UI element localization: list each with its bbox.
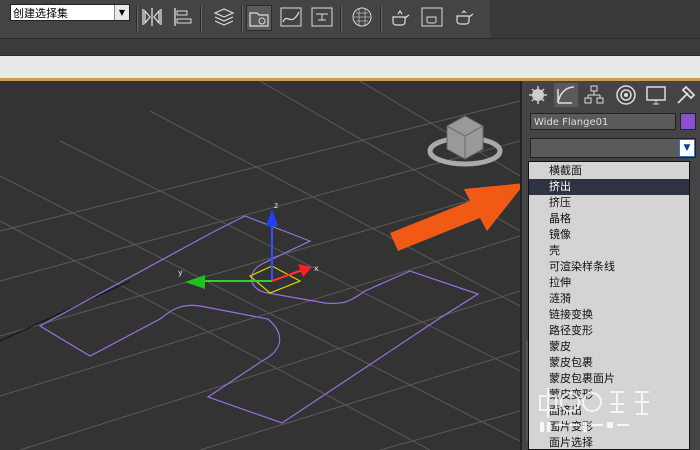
command-bar xyxy=(0,39,700,56)
chevron-down-icon[interactable]: ▼ xyxy=(114,5,129,20)
toolbar-empty-area xyxy=(490,0,700,38)
curve-editor-icon[interactable] xyxy=(279,5,303,29)
ribbon-bar xyxy=(0,56,700,81)
list-item[interactable]: 晶格 xyxy=(529,211,689,227)
toolbar-separator xyxy=(200,6,202,32)
list-item[interactable]: 横截面 xyxy=(529,163,689,179)
chevron-down-icon[interactable]: ▼ xyxy=(679,139,695,157)
perspective-viewport[interactable]: z y x xyxy=(0,81,520,450)
toolbar-separator xyxy=(241,6,243,32)
viewcube-icon[interactable] xyxy=(427,115,503,167)
list-item[interactable]: 蒙皮包裹 xyxy=(529,355,689,371)
list-item[interactable]: 链接变换 xyxy=(529,307,689,323)
object-name-field[interactable]: Wide Flange01 xyxy=(530,113,676,130)
utilities-icon[interactable] xyxy=(674,83,698,107)
material-editor-icon[interactable] xyxy=(350,5,374,29)
wide-flange-shape[interactable] xyxy=(38,215,480,424)
list-item[interactable]: 挤压 xyxy=(529,195,689,211)
list-item[interactable]: 可渲染样条线 xyxy=(529,259,689,275)
selection-set-value: 创建选择集 xyxy=(13,7,68,20)
list-item[interactable]: 镜像 xyxy=(529,227,689,243)
motion-icon[interactable] xyxy=(614,83,638,107)
list-item-selected[interactable]: 挤出 xyxy=(529,179,689,195)
rendered-frame-icon[interactable] xyxy=(420,5,444,29)
layer-manager-icon[interactable] xyxy=(212,5,236,29)
render-icon[interactable] xyxy=(452,5,476,29)
hierarchy-icon[interactable] xyxy=(582,83,606,107)
named-selection-set-dropdown[interactable]: 创建选择集 ▼ xyxy=(10,4,130,21)
gizmo-y-label: y xyxy=(178,268,183,277)
list-item[interactable]: 拉伸 xyxy=(529,275,689,291)
render-setup-icon[interactable] xyxy=(388,5,412,29)
align-icon[interactable] xyxy=(170,5,194,29)
schematic-view-icon[interactable] xyxy=(310,5,334,29)
create-icon[interactable] xyxy=(526,83,550,107)
axis-line xyxy=(0,280,131,342)
display-icon[interactable] xyxy=(644,83,668,107)
toolbar-separator xyxy=(136,6,138,32)
watermark-logo xyxy=(535,378,695,438)
toolbar-separator xyxy=(380,6,382,32)
gizmo-z-label: z xyxy=(274,201,278,210)
list-item[interactable]: 涟漪 xyxy=(529,291,689,307)
object-color-swatch[interactable] xyxy=(680,113,696,130)
list-item[interactable]: 路径变形 xyxy=(529,323,689,339)
command-panel-tabs xyxy=(526,83,700,109)
list-item[interactable]: 蒙皮 xyxy=(529,339,689,355)
toolbar-separator xyxy=(340,6,342,32)
scene-explorer-icon[interactable] xyxy=(246,5,272,31)
list-item[interactable]: 壳 xyxy=(529,243,689,259)
modify-icon[interactable] xyxy=(554,83,578,107)
modifier-list-dropdown[interactable]: ▼ xyxy=(530,138,696,158)
viewport-scene: z y x xyxy=(0,81,520,450)
gizmo-x-label: x xyxy=(314,264,319,273)
mirror-icon[interactable] xyxy=(140,5,164,29)
